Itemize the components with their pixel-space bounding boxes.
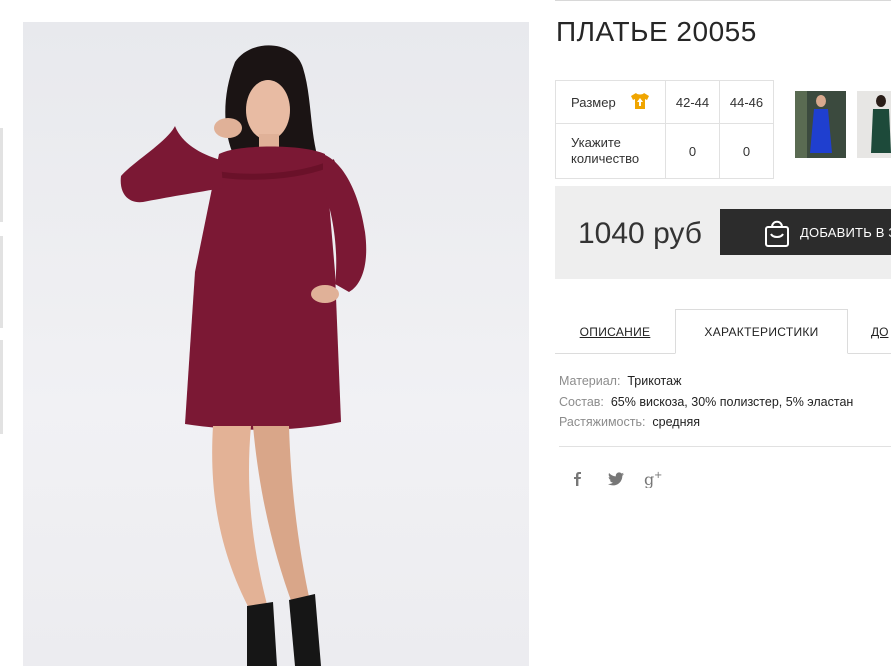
- characteristic-value: средняя: [652, 415, 701, 429]
- characteristic-row: Растяжимость: средняя: [559, 412, 853, 433]
- shirt-icon[interactable]: [630, 92, 650, 113]
- color-variant-thumbnail[interactable]: [857, 91, 891, 158]
- quantity-input[interactable]: 0: [665, 123, 720, 179]
- price: 1040 руб: [578, 217, 702, 250]
- social-share: g +: [570, 470, 664, 488]
- quantity-label-line1: Укажите: [571, 135, 621, 150]
- quantity-label-cell: Укажите количество: [555, 123, 666, 179]
- color-variant-thumbnail[interactable]: [795, 91, 846, 158]
- top-divider: [555, 0, 891, 1]
- characteristic-key: Материал:: [559, 374, 621, 388]
- tab-characteristics[interactable]: ХАРАКТЕРИСТИКИ: [675, 309, 848, 354]
- size-option[interactable]: 42-44: [665, 80, 720, 124]
- twitter-icon[interactable]: [608, 472, 624, 486]
- buy-box: 1040 руб ДОБАВИТЬ В З: [555, 186, 891, 279]
- size-quantity-table: Размер 42-44 44-46 Укажите количество 0 …: [555, 80, 774, 179]
- product-title: ПЛАТЬЕ 20055: [556, 16, 757, 47]
- size-option[interactable]: 44-46: [719, 80, 774, 124]
- svg-text:g: g: [644, 470, 654, 488]
- tab-description[interactable]: ОПИСАНИЕ: [555, 309, 675, 354]
- facebook-icon[interactable]: [570, 471, 586, 487]
- product-tabs: ОПИСАНИЕ ХАРАКТЕРИСТИКИ ДО: [555, 309, 891, 354]
- size-label-cell: Размер: [555, 80, 666, 124]
- characteristic-key: Растяжимость:: [559, 415, 646, 429]
- main-product-photo[interactable]: [23, 22, 529, 666]
- add-to-cart-label: ДОБАВИТЬ В З: [800, 224, 891, 240]
- tab-delivery[interactable]: ДО: [871, 309, 891, 354]
- variant-photo-blue: [795, 91, 846, 158]
- model-illustration: [120, 45, 367, 666]
- characteristic-value: Трикотаж: [627, 374, 682, 388]
- quantity-label-line2: количество: [571, 151, 640, 166]
- add-to-cart-button[interactable]: ДОБАВИТЬ В З: [720, 209, 891, 255]
- variant-photo-green: [857, 91, 891, 158]
- side-thumbnail-edge[interactable]: [0, 340, 3, 434]
- side-thumbnail-edge[interactable]: [0, 236, 3, 328]
- characteristic-value: 65% вискоза, 30% полизстер, 5% эластан: [610, 394, 854, 409]
- characteristic-row: Материал: Трикотаж: [559, 371, 853, 392]
- characteristics-list: Материал: Трикотаж Состав: 65% вискоза, …: [559, 371, 853, 433]
- characteristic-row: Состав: 65% вискоза, 30% полизстер, 5% э…: [559, 392, 853, 413]
- size-label: Размер: [571, 94, 616, 110]
- side-thumbnail-edge[interactable]: [0, 128, 3, 222]
- quantity-input[interactable]: 0: [719, 123, 774, 179]
- shopping-bag-icon: [763, 218, 791, 251]
- svg-text:+: +: [654, 470, 662, 481]
- content-divider: [559, 446, 891, 447]
- characteristic-key: Состав:: [559, 394, 604, 409]
- google-plus-icon[interactable]: g +: [644, 470, 664, 488]
